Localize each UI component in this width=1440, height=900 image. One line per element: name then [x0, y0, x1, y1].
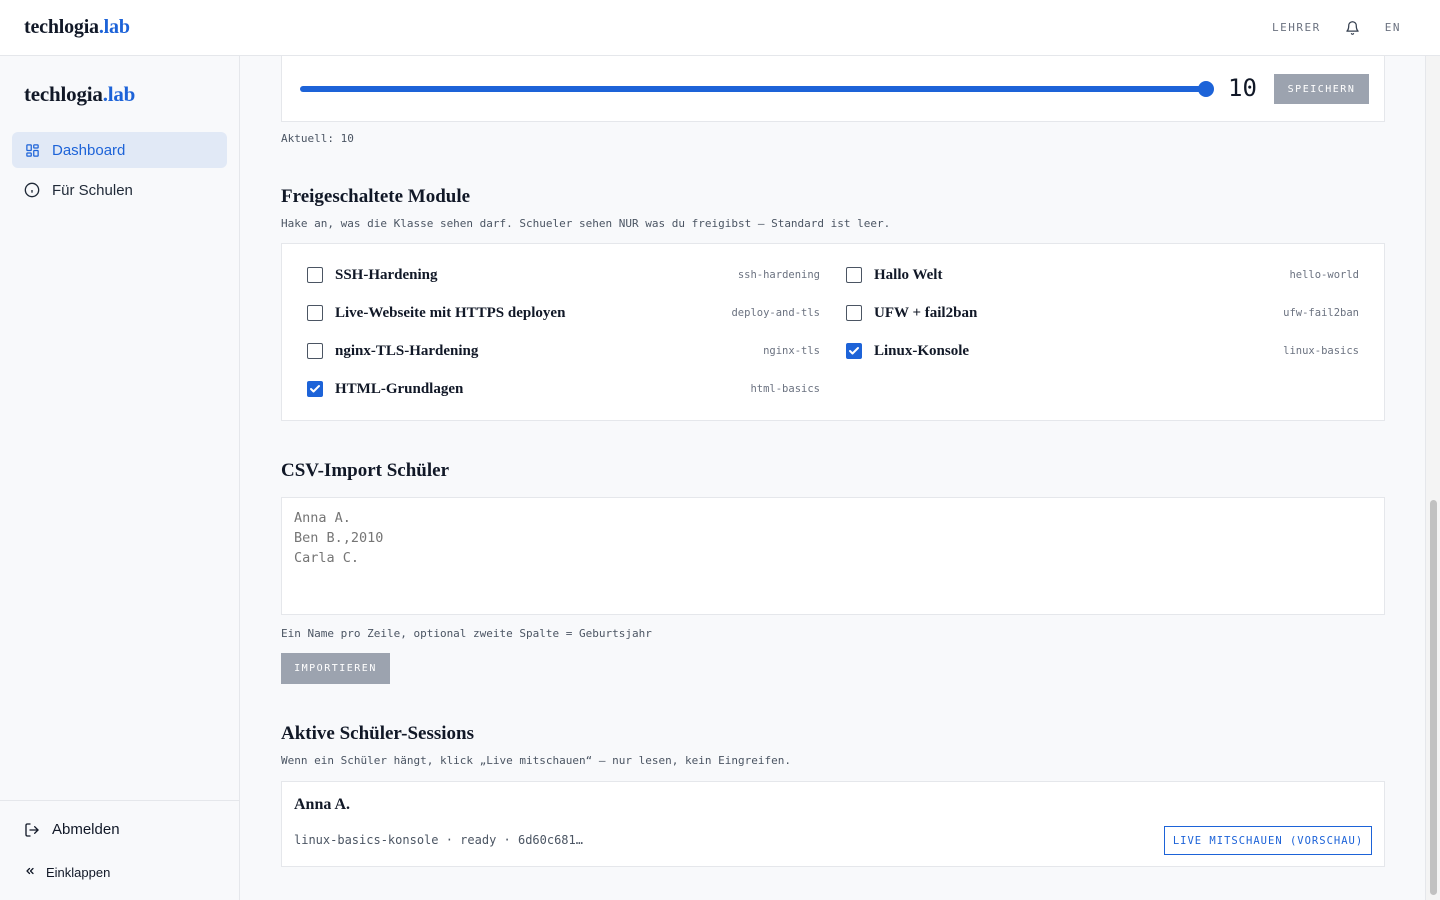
limit-slider[interactable] — [300, 81, 1214, 97]
module-title: SSH-Hardening — [335, 266, 438, 283]
import-button[interactable]: IMPORTIEREN — [281, 653, 390, 684]
top-bar: techlogia.lab LEHRER EN — [0, 0, 1440, 56]
sidebar-nav: Dashboard Für Schulen — [12, 132, 227, 212]
module-title: Live-Webseite mit HTTPS deployen — [335, 304, 566, 321]
collapse-button[interactable]: Einklappen — [24, 864, 110, 880]
sidebar-item-dashboard[interactable]: Dashboard — [12, 132, 227, 168]
module-checkbox-checked[interactable] — [307, 381, 323, 397]
info-icon — [24, 182, 40, 198]
slider-thumb[interactable] — [1198, 81, 1214, 97]
session-row: Anna A. linux-basics-konsole · ready · 6… — [281, 781, 1385, 867]
module-checkbox-checked[interactable] — [846, 343, 862, 359]
sidebar-logo[interactable]: techlogia.lab — [24, 82, 135, 107]
current-value-text: Aktuell: 10 — [281, 132, 354, 145]
module-slug: nginx-tls — [763, 345, 820, 357]
module-ufw-fail2ban[interactable]: UFW + fail2ban ufw-fail2ban — [846, 303, 1359, 323]
sidebar-item-label: Für Schulen — [52, 181, 133, 199]
header-logo[interactable]: techlogia.lab — [24, 16, 130, 39]
csv-hint: Ein Name pro Zeile, optional zweite Spal… — [281, 627, 652, 640]
modules-hint: Hake an, was die Klasse sehen darf. Schu… — [281, 217, 891, 230]
module-html-basics[interactable]: HTML-Grundlagen html-basics — [307, 379, 820, 399]
module-title: Linux-Konsole — [874, 342, 970, 359]
check-icon — [849, 347, 859, 355]
module-checkbox[interactable] — [307, 343, 323, 359]
module-checkbox[interactable] — [307, 305, 323, 321]
dashboard-icon — [24, 142, 40, 158]
module-checkbox[interactable] — [846, 305, 862, 321]
session-student-name: Anna A. — [294, 796, 351, 813]
language-switch[interactable]: EN — [1385, 21, 1401, 34]
slider-value: 10 — [1228, 74, 1257, 102]
module-slug: html-basics — [750, 383, 820, 395]
scrollbar-thumb[interactable] — [1430, 500, 1437, 895]
logout-button[interactable]: Abmelden — [24, 821, 120, 838]
sessions-hint: Wenn ein Schüler hängt, klick „Live mits… — [281, 754, 791, 767]
page-scrollbar[interactable] — [1425, 56, 1440, 900]
module-nginx-tls[interactable]: nginx-TLS-Hardening nginx-tls — [307, 341, 820, 361]
module-ssh-hardening[interactable]: SSH-Hardening ssh-hardening — [307, 265, 820, 285]
module-title: UFW + fail2ban — [874, 304, 978, 321]
sidebar: techlogia.lab Dashboard Für Schulen Abme… — [0, 56, 240, 900]
chevrons-left-icon — [24, 864, 36, 880]
modules-card: SSH-Hardening ssh-hardening Live-Webseit… — [281, 243, 1385, 421]
sidebar-item-label: Dashboard — [52, 141, 126, 159]
module-deploy-and-tls[interactable]: Live-Webseite mit HTTPS deployen deploy-… — [307, 303, 820, 323]
module-hello-world[interactable]: Hallo Welt hello-world — [846, 265, 1359, 285]
module-slug: ufw-fail2ban — [1283, 307, 1359, 319]
modules-title: Freigeschaltete Module — [281, 186, 471, 207]
module-slug: hello-world — [1289, 269, 1359, 281]
session-meta: linux-basics-konsole · ready · 6d60c681… — [294, 833, 583, 847]
module-slug: linux-basics — [1283, 345, 1359, 357]
module-title: Hallo Welt — [874, 266, 943, 283]
csv-input[interactable] — [281, 497, 1385, 615]
logout-icon — [24, 822, 40, 838]
collapse-label: Einklappen — [46, 864, 111, 880]
role-label[interactable]: LEHRER — [1272, 21, 1321, 34]
csv-title: CSV-Import Schüler — [281, 460, 450, 481]
logout-label: Abmelden — [52, 821, 120, 838]
save-button[interactable]: SPEICHERN — [1274, 74, 1369, 104]
module-checkbox[interactable] — [846, 267, 862, 283]
module-slug: ssh-hardening — [737, 269, 820, 281]
slider-card: 10 SPEICHERN — [281, 56, 1385, 122]
module-linux-basics[interactable]: Linux-Konsole linux-basics — [846, 341, 1359, 361]
sidebar-item-schools[interactable]: Für Schulen — [12, 172, 227, 208]
module-title: nginx-TLS-Hardening — [335, 342, 479, 359]
live-watch-button[interactable]: LIVE MITSCHAUEN (VORSCHAU) — [1164, 826, 1372, 855]
bell-icon[interactable] — [1345, 20, 1361, 36]
module-checkbox[interactable] — [307, 267, 323, 283]
header-actions: LEHRER EN — [1272, 20, 1416, 36]
sessions-title: Aktive Schüler-Sessions — [281, 723, 475, 744]
module-slug: deploy-and-tls — [731, 307, 820, 319]
sidebar-footer: Abmelden Einklappen — [0, 800, 239, 900]
module-title: HTML-Grundlagen — [335, 380, 464, 397]
check-icon — [310, 385, 320, 393]
